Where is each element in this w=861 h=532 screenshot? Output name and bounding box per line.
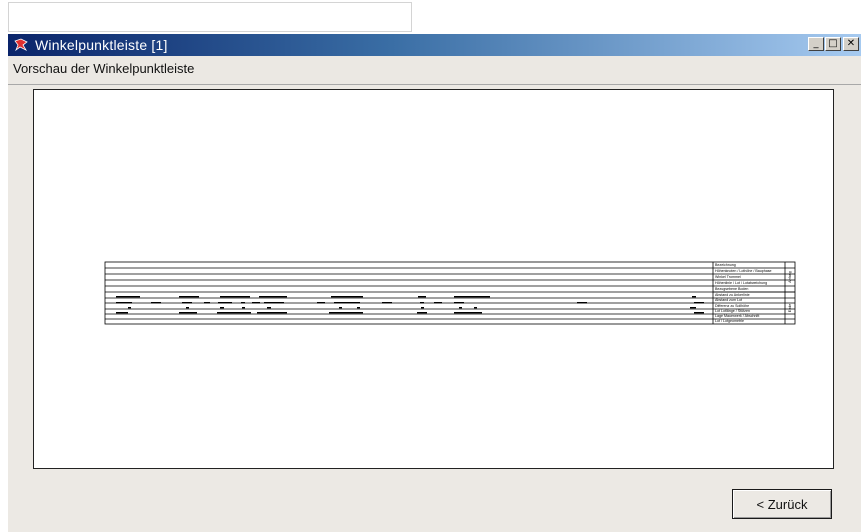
minimize-button[interactable]: _: [808, 37, 824, 51]
side-label: Anfang: [788, 271, 792, 282]
preview-heading: Vorschau der Winkelpunktleiste: [13, 61, 195, 76]
legend-item: Winkel Trommel: [715, 275, 741, 279]
strip-frame: [104, 261, 796, 325]
legend-item: Abstand zum Lot: [715, 298, 742, 302]
legend-item: Bezeichnung: [715, 263, 736, 267]
legend-item: Abstand zu Ankerlinie: [715, 293, 750, 297]
strip-tick-marks: [116, 296, 704, 314]
address-field[interactable]: [8, 2, 412, 32]
menu-bar: Vorschau der Winkelpunktleiste: [8, 56, 861, 85]
legend-item: Bezugsebene Boden: [715, 287, 748, 291]
legend-item: Lot Lotlänge / Stützen: [715, 309, 750, 313]
strip-preview: Bezeichnung Höhenknoten / Lothöhe / Bauph…: [104, 261, 796, 325]
preview-canvas: Bezeichnung Höhenknoten / Lothöhe / Bauph…: [33, 89, 834, 469]
close-button[interactable]: ✕: [843, 37, 859, 51]
legend-item: Lage Mauerwerk / Abschnitt: [715, 314, 759, 318]
maximize-button[interactable]: □: [825, 37, 841, 51]
side-label: Ende: [788, 304, 792, 312]
title-bar[interactable]: Winkelpunktleiste [1] _ □ ✕: [8, 34, 861, 56]
dialog-window: Winkelpunktleiste [1] _ □ ✕ Vorschau der…: [8, 34, 861, 532]
window-title: Winkelpunktleiste [1]: [35, 37, 168, 53]
legend-item: Lot / Lotgeometrie: [715, 319, 744, 323]
legend-item: Differenz zu Sollhöhe: [715, 304, 749, 308]
legend-item: Höhenknoten / Lothöhe / Bauphase: [715, 269, 772, 273]
legend-item: Höhenlinie / Lot / Lotabweichung: [715, 281, 767, 285]
app-icon: [14, 38, 28, 52]
back-button[interactable]: < Zurück: [732, 489, 832, 519]
